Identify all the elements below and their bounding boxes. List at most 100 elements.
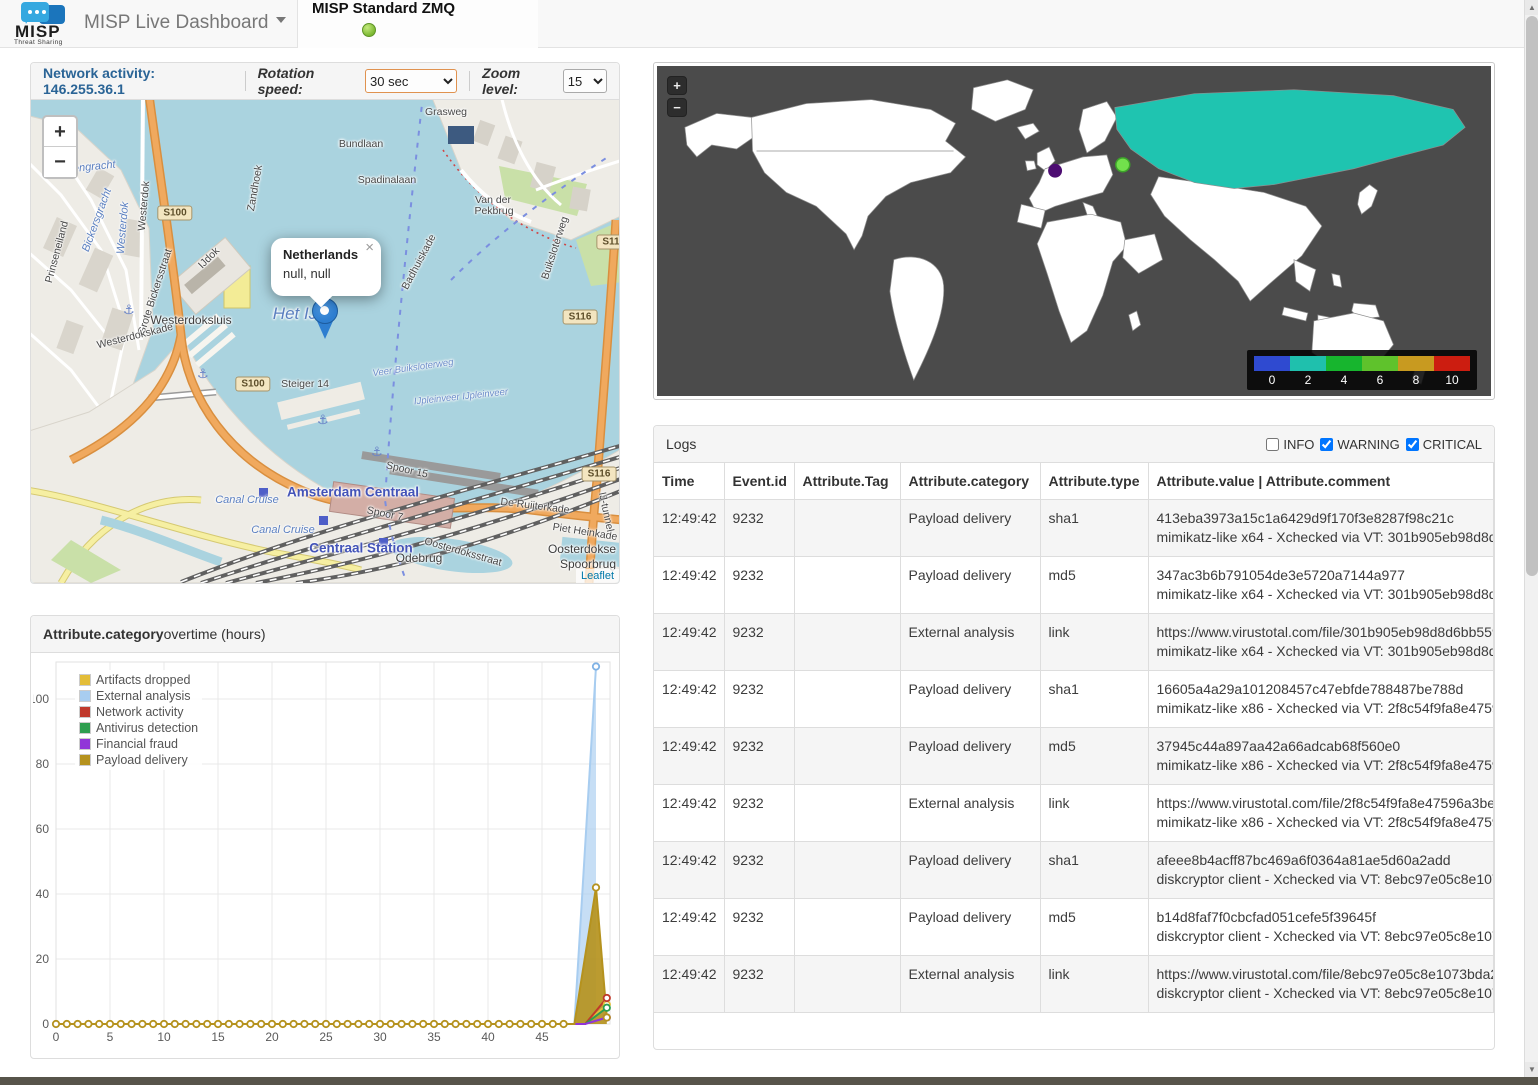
time-cell: 12:49:42 [654, 785, 724, 842]
attribute-comment: mimikatz-like x86 - Xchecked via VT: 2f8… [1157, 699, 1486, 718]
svg-text:100: 100 [33, 692, 49, 706]
zmq-status-section: MISP Standard ZMQ [298, 0, 538, 48]
log-filter-info[interactable]: INFO [1266, 437, 1314, 452]
color-scale-cell: 6 [1362, 356, 1398, 387]
brand-dropdown[interactable]: MISP Live Dashboard [84, 12, 286, 34]
world-map-panel: + − 0246810 [653, 62, 1495, 400]
network-activity-title[interactable]: Network activity: 146.255.36.1 [43, 65, 233, 97]
time-cell: 12:49:42 [654, 899, 724, 956]
attribute-comment: mimikatz-like x64 - Xchecked via VT: 301… [1157, 642, 1486, 661]
tag-cell [794, 614, 900, 671]
log-row: 12:49:429232External analysislinkhttps:/… [654, 614, 1494, 671]
zoom-in-button[interactable]: + [44, 117, 76, 147]
type-cell: md5 [1040, 557, 1148, 614]
rotation-speed-select[interactable]: 30 sec [365, 69, 457, 93]
log-filter-warning[interactable]: WARNING [1320, 437, 1399, 452]
world-map[interactable]: + − 0246810 [657, 66, 1491, 396]
color-scale-tick: 2 [1290, 373, 1326, 387]
os-taskbar-edge[interactable] [0, 1077, 1538, 1085]
svg-text:35: 35 [427, 1030, 441, 1044]
map-popup: × Netherlands null, null [271, 238, 381, 296]
legend-swatch [79, 738, 91, 750]
filter-label: WARNING [1337, 437, 1399, 452]
network-activity-panel: Network activity: 146.255.36.1 Rotation … [30, 62, 620, 584]
type-cell: sha1 [1040, 500, 1148, 557]
world-zoom-in-button[interactable]: + [667, 76, 687, 95]
time-cell: 12:49:42 [654, 956, 724, 1013]
scrollbar-thumb[interactable] [1526, 16, 1538, 576]
zmq-status-dot [362, 23, 376, 37]
log-row: 12:49:429232Payload deliverymd5347ac3b6b… [654, 557, 1494, 614]
attribute-value: 37945c44a897aa42a66adcab68f560e0 [1157, 737, 1486, 756]
time-cell: 12:49:42 [654, 614, 724, 671]
attribute-value: https://www.virustotal.com/file/301b905e… [1157, 623, 1486, 642]
event-id-cell: 9232 [724, 614, 794, 671]
tag-cell [794, 728, 900, 785]
value-cell: 413eba3973a15c1a6429d9f170f3e8287f98c21c… [1148, 500, 1494, 557]
zoom-level-label: Zoom level: [482, 65, 557, 97]
attribute-comment: diskcryptor client - Xchecked via VT: 8e… [1157, 870, 1486, 889]
popup-close-icon[interactable]: × [365, 241, 374, 255]
log-level-filters: INFO WARNING CRITICAL [1266, 437, 1482, 452]
scrollbar-up-arrow-icon[interactable]: ▲ [1525, 0, 1538, 15]
type-cell: link [1040, 614, 1148, 671]
filter-label: INFO [1283, 437, 1314, 452]
attribute-value: b14d8faf7f0cbcfad051cefe5f39645f [1157, 908, 1486, 927]
color-scale-tick: 4 [1326, 373, 1362, 387]
misp-dashboard-page: MISP Threat Sharing MISP Live Dashboard … [0, 0, 1538, 1085]
checkbox-critical[interactable] [1406, 438, 1419, 451]
svg-text:20: 20 [36, 952, 50, 966]
type-cell: link [1040, 785, 1148, 842]
column-header: Attribute.category [900, 463, 1040, 500]
svg-text:25: 25 [319, 1030, 333, 1044]
attribute-value: afeee8b4acff87bc469a6f0364a81ae5d60a2add [1157, 851, 1486, 870]
type-cell: link [1040, 956, 1148, 1013]
attribute-value: 413eba3973a15c1a6429d9f170f3e8287f98c21c [1157, 509, 1486, 528]
attribute-value: 16605a4a29a101208457c47ebfde788487be788d [1157, 680, 1486, 699]
misp-logo[interactable]: MISP Threat Sharing [13, 1, 73, 47]
logs-panel: Logs INFOWARNINGCRITICAL TimeEvent.idAtt… [653, 425, 1495, 1050]
checkbox-info[interactable] [1266, 438, 1279, 451]
attribute-comment: mimikatz-like x64 - Xchecked via VT: 301… [1157, 585, 1486, 604]
popup-body: null, null [283, 266, 369, 281]
country-netherlands-dot [1048, 164, 1062, 178]
log-row: 12:49:429232Payload deliverysha116605a4a… [654, 671, 1494, 728]
chart-panel-header: Attribute.category overtime (hours) [31, 616, 619, 653]
type-cell: md5 [1040, 899, 1148, 956]
logs-table: TimeEvent.idAttribute.TagAttribute.categ… [654, 463, 1494, 1013]
value-cell: 16605a4a29a101208457c47ebfde788487be788d… [1148, 671, 1494, 728]
log-row: 12:49:429232Payload deliverymd5b14d8faf7… [654, 899, 1494, 956]
legend-swatch [79, 706, 91, 718]
svg-text:⚓: ⚓ [371, 445, 383, 460]
chart-title-rest: overtime (hours) [164, 626, 266, 642]
legend-label: Payload delivery [96, 753, 188, 767]
checkbox-warning[interactable] [1320, 438, 1333, 451]
event-id-cell: 9232 [724, 500, 794, 557]
time-cell: 12:49:42 [654, 728, 724, 785]
svg-text:10: 10 [157, 1030, 171, 1044]
zoom-level-select[interactable]: 15 [563, 69, 607, 93]
value-cell: https://www.virustotal.com/file/301b905e… [1148, 614, 1494, 671]
logo-subtitle: Threat Sharing [14, 39, 63, 46]
world-zoom-out-button[interactable]: − [667, 98, 687, 117]
category-cell: Payload delivery [900, 557, 1040, 614]
leaflet-attribution-link[interactable]: Leaflet [576, 569, 619, 583]
color-scale-swatch [1362, 356, 1398, 371]
zoom-out-button[interactable]: − [44, 147, 76, 177]
tag-cell [794, 671, 900, 728]
svg-text:30: 30 [373, 1030, 387, 1044]
value-cell: afeee8b4acff87bc469a6f0364a81ae5d60a2add… [1148, 842, 1494, 899]
event-id-cell: 9232 [724, 842, 794, 899]
svg-text:0: 0 [53, 1030, 60, 1044]
color-scale-tick: 6 [1362, 373, 1398, 387]
overtime-chart: 020406080100051015202530354045 Artifacts… [33, 656, 617, 1056]
log-filter-critical[interactable]: CRITICAL [1406, 437, 1482, 452]
legend-item: Network activity [79, 704, 198, 720]
value-cell: 347ac3b6b791054de3e5720a7144a977mimikatz… [1148, 557, 1494, 614]
scrollbar-down-arrow-icon[interactable]: ▼ [1525, 1062, 1538, 1077]
legend-swatch [79, 722, 91, 734]
page-scrollbar[interactable]: ▲ ▼ [1524, 0, 1538, 1077]
svg-text:40: 40 [481, 1030, 495, 1044]
svg-text:45: 45 [535, 1030, 549, 1044]
leaflet-map[interactable]: ⚓ ⚓ ⚓ ⚓ GraswegBundlaanSpadinalaanVan de… [31, 100, 619, 583]
